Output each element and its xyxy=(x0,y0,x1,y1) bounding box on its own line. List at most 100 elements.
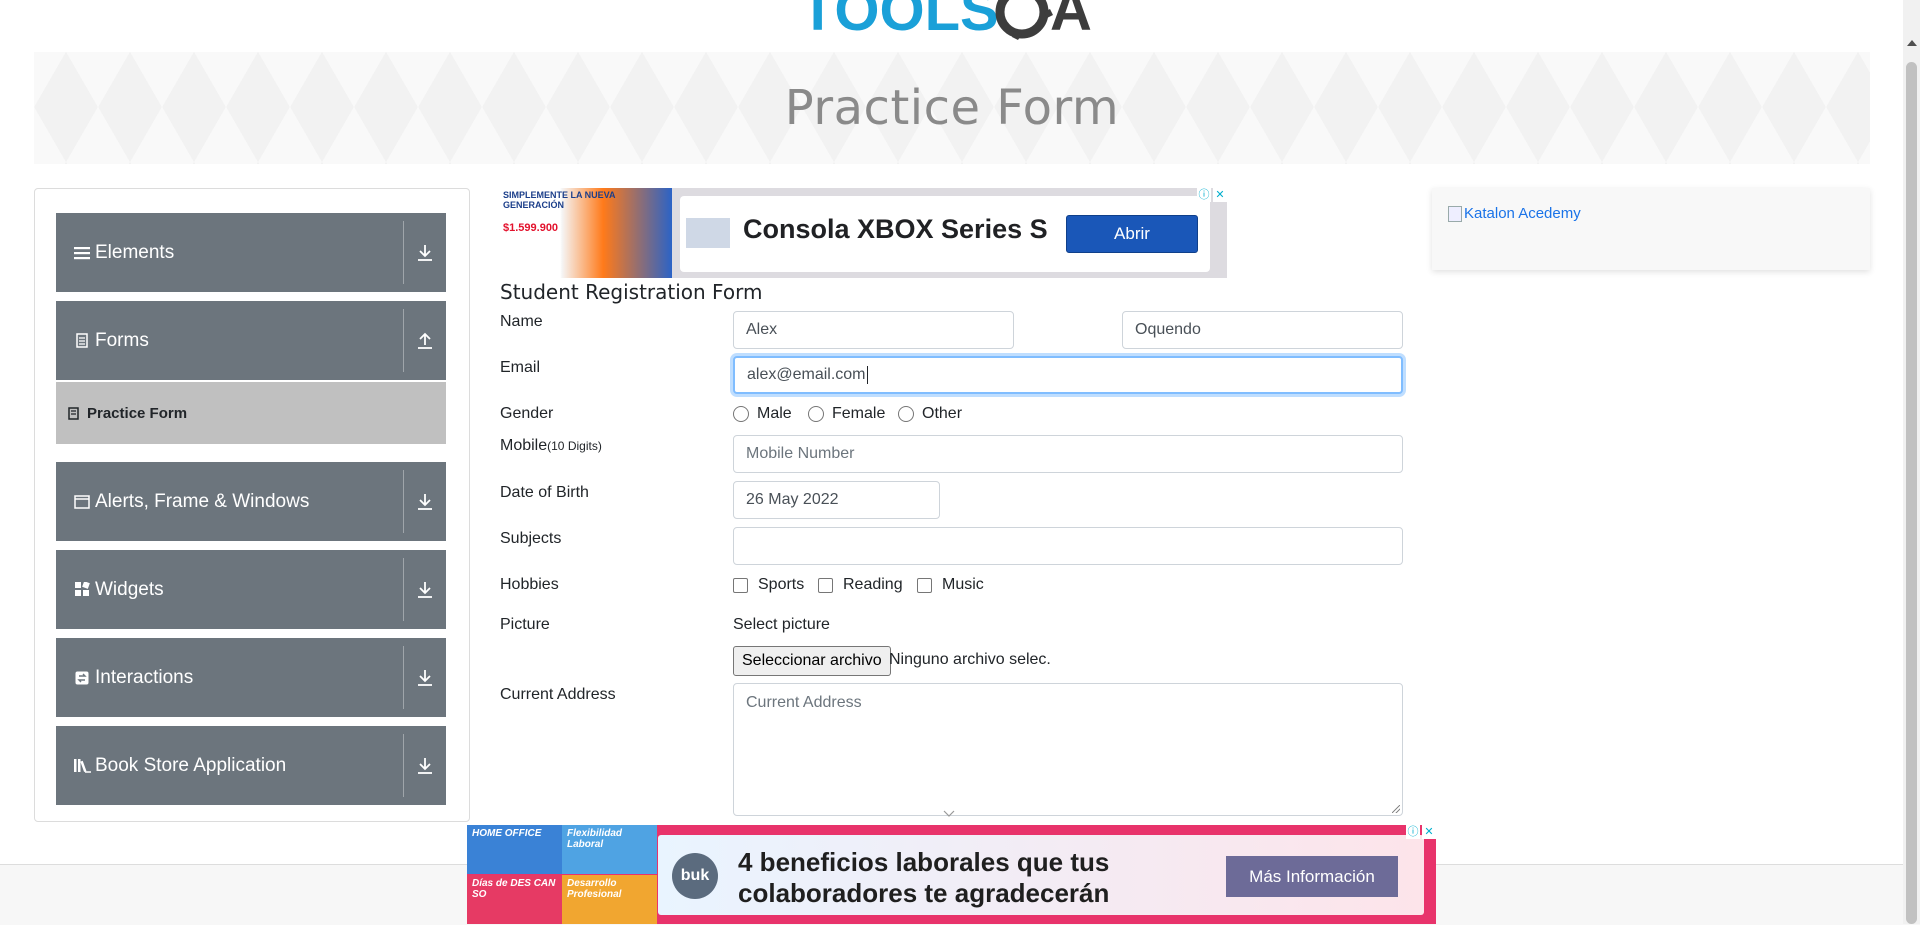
ad-choices[interactable]: ⓘ ✕ xyxy=(1406,825,1436,839)
mobile-input[interactable]: Mobile Number xyxy=(733,435,1403,473)
download-icon[interactable] xyxy=(412,726,438,805)
gender-option-other[interactable]: Other xyxy=(898,405,962,423)
hobby-option-music[interactable]: Music xyxy=(917,576,984,594)
right-advertisement[interactable]: Katalon Acedemy xyxy=(1432,188,1870,270)
page-scrollbar[interactable] xyxy=(1903,0,1920,924)
checkbox[interactable] xyxy=(818,577,833,593)
close-icon[interactable]: ✕ xyxy=(1213,188,1227,202)
sidebar-group-widgets[interactable]: Widgets xyxy=(56,550,446,629)
scroll-up-arrow-icon[interactable] xyxy=(1907,40,1917,46)
top-advertisement[interactable]: SIMPLEMENTE LA NUEVA GENERACIÓN $1.599.9… xyxy=(500,188,1227,278)
upload-icon[interactable] xyxy=(412,301,438,380)
sidebar-group-label: Forms xyxy=(95,329,149,351)
hobby-option-reading[interactable]: Reading xyxy=(818,576,903,594)
sidebar: Elements Forms Practice Form Alerts, Fra… xyxy=(34,188,470,822)
choose-file-button[interactable]: Seleccionar archivo xyxy=(733,646,891,676)
name-label: Name xyxy=(500,313,543,330)
download-icon[interactable] xyxy=(412,550,438,629)
sidebar-group-label: Elements xyxy=(95,241,175,263)
document-icon xyxy=(73,332,91,350)
divider xyxy=(403,734,404,797)
gender-option-female[interactable]: Female xyxy=(808,405,885,423)
radio-button[interactable] xyxy=(898,406,914,422)
ad-tile: Flexibilidad Laboral xyxy=(562,825,657,874)
divider xyxy=(403,470,404,533)
download-icon[interactable] xyxy=(412,638,438,717)
last-name-value: Oquendo xyxy=(1135,321,1201,338)
sidebar-group-interactions[interactable]: Interactions xyxy=(56,638,446,717)
sidebar-group-label: Interactions xyxy=(95,666,194,688)
ad-headline-line: colaboradores te agradecerán xyxy=(738,878,1110,908)
ad-thumb-text: SIMPLEMENTE LA NUEVA GENERACIÓN xyxy=(503,190,616,210)
current-address-textarea[interactable]: Current Address xyxy=(733,683,1403,816)
scrollbar-thumb[interactable] xyxy=(1906,62,1917,924)
download-icon[interactable] xyxy=(412,213,438,292)
first-name-value: Alex xyxy=(746,321,778,338)
sidebar-group-alerts[interactable]: Alerts, Frame & Windows xyxy=(56,462,446,541)
text-cursor xyxy=(866,366,868,384)
ad-tile: HOME OFFICE xyxy=(467,825,562,874)
mobile-hint: (10 Digits) xyxy=(547,439,602,453)
ad-info-icon[interactable]: ⓘ xyxy=(1197,188,1211,202)
last-name-input[interactable]: Oquendo xyxy=(1122,311,1403,349)
svg-text:A: A xyxy=(1050,0,1092,40)
more-info-button[interactable]: Más Información xyxy=(1226,856,1398,897)
more-info-label: Más Información xyxy=(1249,866,1375,886)
books-icon xyxy=(73,757,91,775)
hobby-option-sports[interactable]: Sports xyxy=(733,576,804,594)
menu-lines-icon xyxy=(73,244,91,262)
divider xyxy=(403,309,404,372)
ad-product-image: SIMPLEMENTE LA NUEVA GENERACIÓN $1.599.9… xyxy=(500,188,672,278)
file-status: Ninguno archivo selec. xyxy=(889,651,1051,668)
mobile-label-text: Mobile xyxy=(500,437,548,454)
broken-image-link[interactable]: Katalon Acedemy xyxy=(1448,205,1581,222)
radio-button[interactable] xyxy=(733,406,749,422)
email-field[interactable]: alex@email.com xyxy=(733,356,1403,394)
chevron-down-icon xyxy=(943,810,955,817)
resize-handle[interactable] xyxy=(1392,805,1400,813)
first-name-input[interactable]: Alex xyxy=(733,311,1014,349)
divider xyxy=(403,558,404,621)
mobile-placeholder: Mobile Number xyxy=(746,445,855,462)
picture-prompt: Select picture xyxy=(733,616,830,633)
sidebar-group-book-store[interactable]: Book Store Application xyxy=(56,726,446,805)
picture-label: Picture xyxy=(500,616,550,633)
subjects-input[interactable] xyxy=(733,527,1403,565)
ad-tiles: HOME OFFICE Flexibilidad Laboral Días de… xyxy=(467,825,657,924)
ad-info-icon[interactable]: ⓘ xyxy=(1406,825,1420,839)
page-title: Practice Form xyxy=(784,80,1120,136)
sidebar-group-forms[interactable]: Forms xyxy=(56,301,446,380)
address-label: Current Address xyxy=(500,686,616,703)
window-icon xyxy=(73,493,91,511)
sidebar-group-elements[interactable]: Elements xyxy=(56,213,446,292)
dob-input[interactable]: 26 May 2022 xyxy=(733,481,940,519)
ad-brand-logo xyxy=(686,218,730,248)
document-icon xyxy=(68,406,79,420)
checkbox[interactable] xyxy=(917,577,932,593)
mobile-label: Mobile(10 Digits) xyxy=(500,437,602,455)
toolsqa-logo[interactable]: TOOLS A xyxy=(800,0,1120,40)
sidebar-item-practice-form[interactable]: Practice Form xyxy=(56,382,446,444)
gender-option-male[interactable]: Male xyxy=(733,405,792,423)
download-icon[interactable] xyxy=(412,462,438,541)
close-icon[interactable]: ✕ xyxy=(1422,825,1436,839)
sidebar-group-label: Book Store Application xyxy=(95,754,287,776)
gender-option-label: Male xyxy=(757,405,792,422)
ad-open-button[interactable]: Abrir xyxy=(1066,215,1198,253)
hobby-option-label: Reading xyxy=(843,576,903,593)
divider xyxy=(403,221,404,284)
dob-label: Date of Birth xyxy=(500,484,589,501)
radio-button[interactable] xyxy=(808,406,824,422)
ad-thumb-price: $1.599.900 xyxy=(503,222,559,234)
ad-choices[interactable]: ⓘ ✕ xyxy=(1197,188,1227,202)
ad-brand-logo: buk xyxy=(672,853,718,899)
ad-tile: Desarrollo Profesional xyxy=(562,875,657,924)
sidebar-group-label: Widgets xyxy=(95,578,164,600)
checkbox[interactable] xyxy=(733,577,748,593)
page-banner: Practice Form xyxy=(34,52,1870,164)
ad-headline-line: 4 beneficios laborales que tus xyxy=(738,847,1110,877)
sidebar-item-label: Practice Form xyxy=(87,404,188,422)
ad-headline[interactable]: 4 beneficios laborales que tus colaborad… xyxy=(738,847,1109,909)
ad-headline[interactable]: Consola XBOX Series S xyxy=(743,214,1048,245)
email-label: Email xyxy=(500,359,541,376)
